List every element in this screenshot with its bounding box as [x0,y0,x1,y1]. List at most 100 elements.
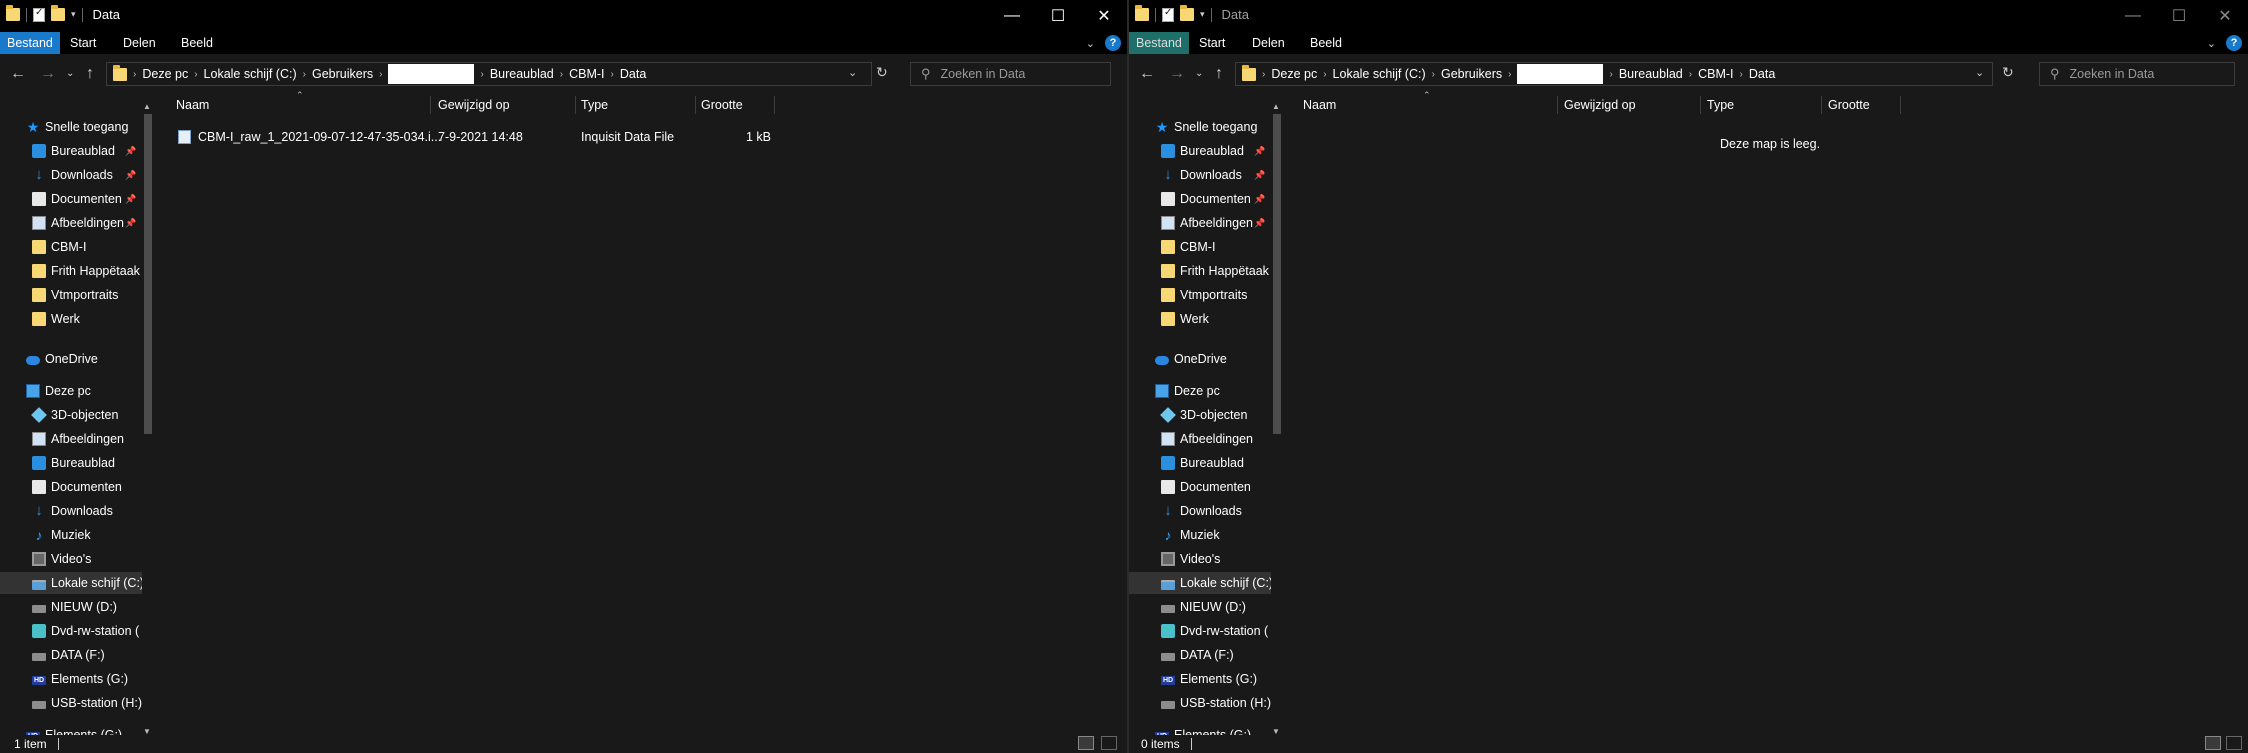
nav-this-pc[interactable]: Deze pc [26,380,91,402]
breadcrumb-this-pc[interactable]: Deze pc [142,67,188,81]
search-input[interactable] [938,66,1110,82]
column-divider[interactable] [430,96,431,114]
forward-icon[interactable]: → [40,65,56,83]
nav-videos[interactable]: Video's [1161,548,1220,570]
nav-pc-downloads[interactable]: ↓ Downloads [32,500,113,522]
close-icon[interactable]: ✕ [2202,0,2248,32]
maximize-icon[interactable]: ☐ [1035,0,1081,32]
tab-home[interactable]: Start [1192,32,1232,54]
breadcrumb-redacted-user[interactable] [1517,64,1604,84]
column-size[interactable]: Grootte [1828,94,1870,116]
column-divider[interactable] [1821,96,1822,114]
nav-videos[interactable]: Video's [32,548,91,570]
nav-elements-root[interactable]: HDElements (G:) [1155,724,1251,735]
breadcrumb-data[interactable]: Data [1749,67,1775,81]
expand-ribbon-icon[interactable]: ⌄ [1086,37,1095,50]
column-divider[interactable] [1557,96,1558,114]
nav-onedrive[interactable]: OneDrive [26,348,98,370]
details-view-icon[interactable] [1078,736,1094,750]
address-history-icon[interactable]: ⌄ [1975,66,1984,79]
column-type[interactable]: Type [581,94,608,116]
breadcrumb-desktop[interactable]: Bureaublad [1619,67,1683,81]
scroll-up-icon[interactable]: ▲ [1272,102,1280,111]
nav-dvd[interactable]: Dvd-rw-station ( [1161,620,1268,642]
minimize-icon[interactable]: ― [989,0,1035,32]
nav-this-pc[interactable]: Deze pc [1155,380,1220,402]
breadcrumb-drive-c[interactable]: Lokale schijf (C:) [1333,67,1426,81]
refresh-icon[interactable]: ↻ [876,64,888,81]
nav-drive-g[interactable]: HD Elements (G:) [32,668,128,690]
back-icon[interactable]: ← [1139,65,1155,83]
nav-documents[interactable]: Documenten [32,188,122,210]
nav-onedrive[interactable]: OneDrive [1155,348,1227,370]
nav-pc-pictures[interactable]: Afbeeldingen [32,428,124,450]
nav-pc-desktop[interactable]: Bureaublad [32,452,115,474]
breadcrumb-users[interactable]: Gebruikers [1441,67,1502,81]
tab-view[interactable]: Beeld [1303,32,1349,54]
nav-3d-objects[interactable]: 3D-objecten [31,404,118,426]
address-bar[interactable]: › Deze pc › Lokale schijf (C:) › Gebruik… [106,62,872,86]
tab-view[interactable]: Beeld [174,32,220,54]
nav-pictures[interactable]: Afbeeldingen [1161,212,1253,234]
customize-quick-access-icon[interactable]: ▾ [71,9,76,20]
nav-music[interactable]: ♪ Muziek [1161,524,1220,546]
column-size[interactable]: Grootte [701,94,743,116]
nav-music[interactable]: ♪ Muziek [32,524,91,546]
address-bar[interactable]: › Deze pc › Lokale schijf (C:) › Gebruik… [1235,62,1993,86]
nav-elements-root[interactable]: HDElements (G:) [26,724,122,735]
nav-desktop[interactable]: Bureaublad [1161,140,1244,162]
nav-cbm-i[interactable]: CBM-I [1161,236,1215,258]
refresh-icon[interactable]: ↻ [2002,64,2014,81]
nav-drive-h[interactable]: USB-station (H:) [32,692,142,714]
column-divider[interactable] [774,96,775,114]
nav-pc-desktop[interactable]: Bureaublad [1161,452,1244,474]
search-box[interactable]: ⚲ [2039,62,2235,86]
scroll-up-icon[interactable]: ▲ [143,102,151,111]
up-icon[interactable]: ↑ [86,65,94,83]
tab-home[interactable]: Start [63,32,103,54]
maximize-icon[interactable]: ☐ [2156,0,2202,32]
column-divider[interactable] [575,96,576,114]
scrollbar-thumb[interactable] [1273,114,1281,434]
column-name[interactable]: Naam [176,94,209,116]
nav-frith[interactable]: Frith Happëtaak [1161,260,1269,282]
nav-3d-objects[interactable]: 3D-objecten [1160,404,1247,426]
breadcrumb-redacted-user[interactable] [388,64,475,84]
breadcrumb-cbm-i[interactable]: CBM-I [569,67,604,81]
large-icons-view-icon[interactable] [2226,736,2242,750]
tab-share[interactable]: Delen [116,32,163,54]
nav-pictures[interactable]: Afbeeldingen [32,212,124,234]
nav-scrollbar[interactable]: ▲ ▼ [1271,102,1283,736]
nav-downloads[interactable]: ↓ Downloads [1161,164,1242,186]
breadcrumb-data[interactable]: Data [620,67,646,81]
nav-cbm-i[interactable]: CBM-I [32,236,86,258]
column-type[interactable]: Type [1707,94,1734,116]
recent-locations-icon[interactable]: ⌄ [66,68,74,79]
minimize-icon[interactable]: ― [2110,0,2156,32]
breadcrumb-this-pc[interactable]: Deze pc [1271,67,1317,81]
breadcrumb-users[interactable]: Gebruikers [312,67,373,81]
nav-vtmportraits[interactable]: Vtmportraits [32,284,118,306]
nav-drive-g[interactable]: HD Elements (G:) [1161,668,1257,690]
breadcrumb-desktop[interactable]: Bureaublad [490,67,554,81]
close-icon[interactable]: ✕ [1081,0,1127,32]
nav-drive-d[interactable]: NIEUW (D:) [32,596,117,618]
column-divider[interactable] [695,96,696,114]
nav-scrollbar[interactable]: ▲ ▼ [142,102,154,736]
breadcrumb-cbm-i[interactable]: CBM-I [1698,67,1733,81]
nav-werk[interactable]: Werk [1161,308,1209,330]
nav-werk[interactable]: Werk [32,308,80,330]
nav-drive-c[interactable]: Lokale schijf (C:) [1129,572,1273,594]
search-input[interactable] [2067,66,2234,82]
help-icon[interactable]: ? [1105,35,1121,51]
nav-pc-documents[interactable]: Documenten [32,476,122,498]
address-history-icon[interactable]: ⌄ [848,66,857,79]
properties-icon[interactable] [33,7,45,22]
up-icon[interactable]: ↑ [1215,65,1223,83]
tab-file[interactable]: Bestand [0,32,60,54]
column-modified[interactable]: Gewijzigd op [438,94,510,116]
nav-pc-downloads[interactable]: ↓ Downloads [1161,500,1242,522]
new-folder-icon[interactable] [51,5,65,21]
nav-pc-documents[interactable]: Documenten [1161,476,1251,498]
tab-file[interactable]: Bestand [1129,32,1189,54]
